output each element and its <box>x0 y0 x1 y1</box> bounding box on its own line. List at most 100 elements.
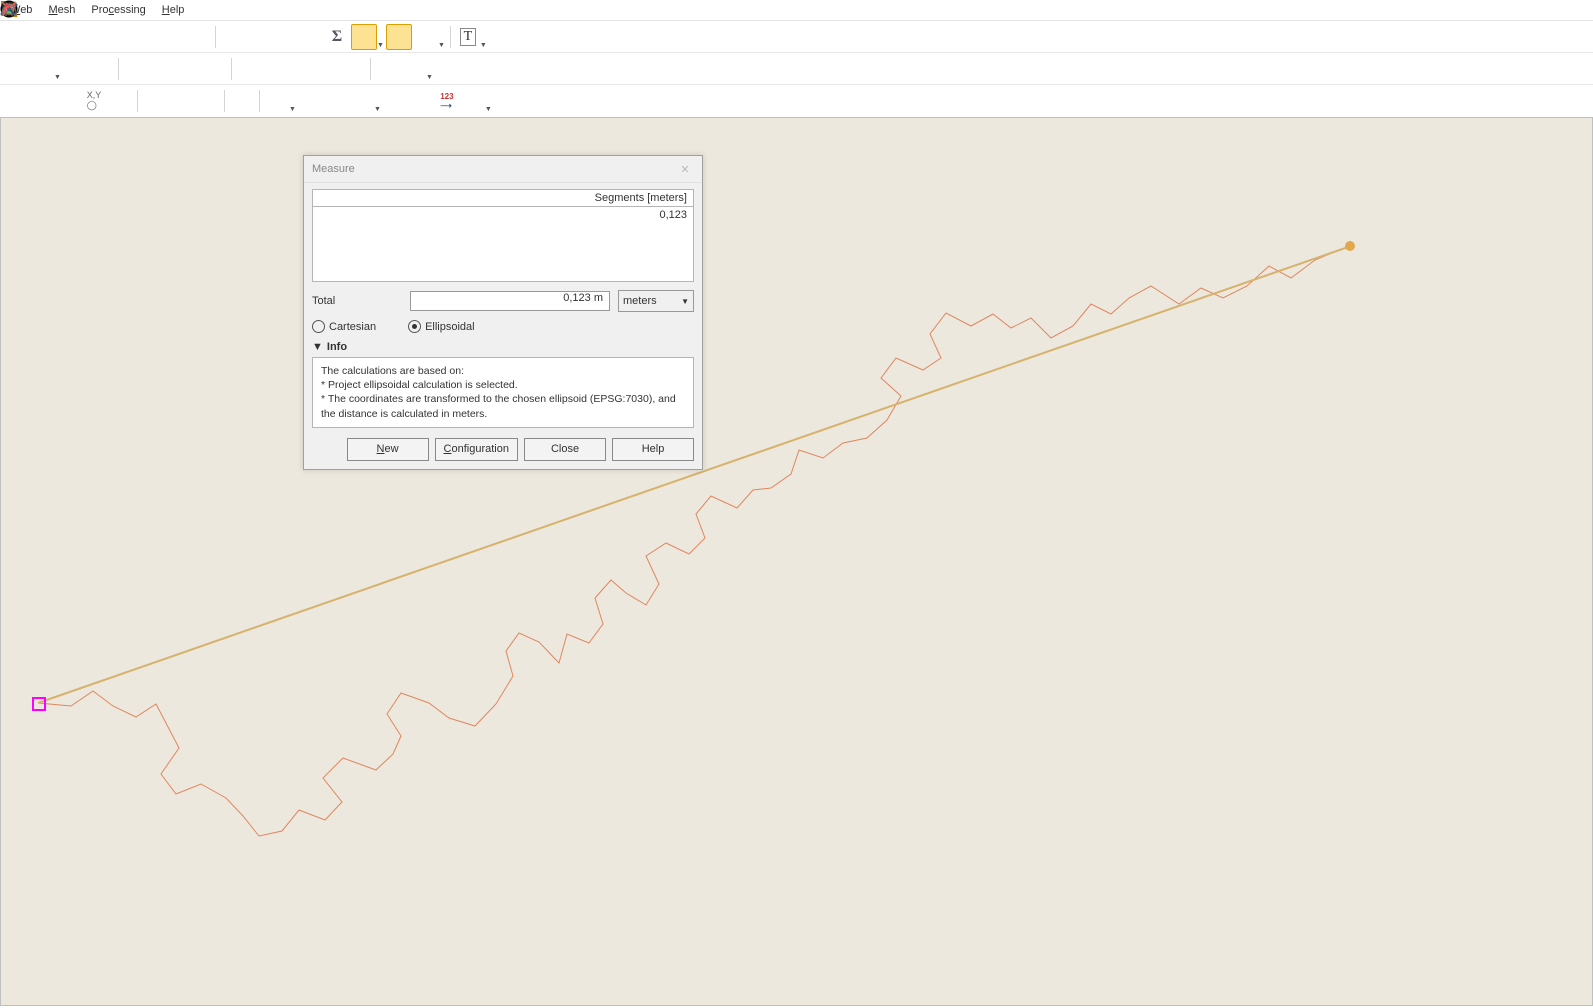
dropdown-arrow-icon[interactable]: ▼ <box>374 106 381 113</box>
feature-line <box>1 118 1591 1008</box>
separator <box>259 90 260 112</box>
info-box: The calculations are based on: * Project… <box>312 357 694 428</box>
shape-icon <box>89 57 113 81</box>
scissors-icon <box>237 57 261 81</box>
total-input[interactable]: 0,123 m <box>410 291 610 311</box>
help-button-label: Help <box>642 443 665 455</box>
close-button[interactable]: Close <box>524 438 606 461</box>
measure-line-icon[interactable] <box>351 24 377 50</box>
auto-icon <box>494 89 518 113</box>
segment-value: 0,123 <box>319 209 687 221</box>
menu-mesh[interactable]: Mesh <box>40 2 83 18</box>
toolbar-row-1: Σ ▼ ▼ T▼ <box>0 21 1593 53</box>
text-annotation-icon[interactable]: T <box>456 25 480 49</box>
radio-cartesian[interactable]: Cartesian <box>312 320 376 333</box>
measure-start-marker <box>32 697 46 711</box>
remove-layer-icon[interactable] <box>169 89 193 113</box>
layer-tools-icon[interactable] <box>195 89 219 113</box>
menubar: Web Mesh Processing Help <box>0 0 1593 21</box>
dropdown-arrow-icon[interactable]: ▼ <box>438 42 445 49</box>
new-button[interactable]: New <box>347 438 429 461</box>
share-icon[interactable] <box>230 89 254 113</box>
save-icon[interactable] <box>108 25 132 49</box>
separator <box>137 90 138 112</box>
numbers-icon[interactable]: 123⟶ <box>435 89 459 113</box>
segments-header: Segments [meters] <box>312 189 694 207</box>
separator <box>450 26 451 48</box>
radio-dot-empty <box>312 320 325 333</box>
cross-line-icon[interactable] <box>350 89 374 113</box>
poly-icon <box>63 57 87 81</box>
zoom-reset-icon[interactable] <box>414 25 438 49</box>
extent-icon[interactable] <box>108 89 132 113</box>
attribute-table-icon[interactable] <box>247 25 271 49</box>
refresh-icon[interactable] <box>186 25 210 49</box>
map-canvas[interactable] <box>0 117 1593 1006</box>
radio-ellipsoidal[interactable]: Ellipsoidal <box>408 320 475 333</box>
info-line: * The coordinates are transformed to the… <box>321 392 685 420</box>
ring-icon[interactable] <box>265 89 289 113</box>
chevron-down-icon: ▼ <box>681 297 689 306</box>
radio-cartesian-label: Cartesian <box>329 321 376 333</box>
zoom-in-icon[interactable] <box>4 25 28 49</box>
options-icon[interactable] <box>299 25 323 49</box>
export-icon[interactable] <box>134 25 158 49</box>
select-feature-icon[interactable] <box>461 89 485 113</box>
menu-processing[interactable]: Processing <box>83 2 153 18</box>
triangle-down-icon: ▼ <box>312 341 323 353</box>
stats-icon[interactable] <box>273 25 297 49</box>
toolbar-row-2: ▼ ▼ <box>0 53 1593 85</box>
redo-icon <box>402 57 426 81</box>
merge-icon <box>289 57 313 81</box>
dropdown-arrow-icon: ▼ <box>426 74 433 81</box>
configuration-button[interactable]: Configuration <box>435 438 518 461</box>
close-icon[interactable]: ✕ <box>676 160 694 178</box>
numeric-xy-icon[interactable]: XY <box>298 89 322 113</box>
paste-icon <box>315 57 339 81</box>
info-line: * Project ellipsoidal calculation is sel… <box>321 378 685 392</box>
clock-icon[interactable] <box>160 25 184 49</box>
dialog-title: Measure <box>312 163 355 175</box>
info-label: Info <box>327 341 347 353</box>
line-add-icon <box>124 57 148 81</box>
line-tool-icon[interactable] <box>324 89 348 113</box>
close-button-label: Close <box>551 443 579 455</box>
dropdown-arrow-icon: ▼ <box>54 74 61 81</box>
polyline-icon <box>30 57 54 81</box>
line2-icon <box>150 57 174 81</box>
info-toggle[interactable]: ▼ Info <box>312 341 694 353</box>
sigma-icon[interactable]: Σ <box>325 25 349 49</box>
bridge-icon[interactable] <box>409 89 433 113</box>
dropdown-arrow-icon[interactable]: ▼ <box>485 106 492 113</box>
separator <box>118 58 119 80</box>
add-layer-icon[interactable] <box>143 89 167 113</box>
map-tips-icon[interactable] <box>386 24 412 50</box>
dropdown-arrow-icon[interactable]: ▼ <box>480 42 487 49</box>
xy-icon[interactable]: X,Y◯ <box>82 89 106 113</box>
help-button[interactable]: Help <box>612 438 694 461</box>
zoom-selection-icon[interactable] <box>30 89 54 113</box>
identify-icon[interactable] <box>221 25 245 49</box>
world-icon[interactable] <box>56 89 80 113</box>
zoom-full-icon[interactable] <box>4 89 28 113</box>
measure-dialog: Measure ✕ Segments [meters] 0,123 Total … <box>303 155 703 470</box>
dropdown-arrow-icon[interactable]: ▼ <box>377 42 384 49</box>
node-icon <box>520 89 544 113</box>
menu-help[interactable]: Help <box>154 2 193 18</box>
dialog-titlebar[interactable]: Measure ✕ <box>304 156 702 183</box>
unit-select[interactable]: meters▼ <box>618 290 694 312</box>
total-label: Total <box>312 295 402 307</box>
separator <box>370 58 371 80</box>
edit-toggle-icon <box>4 57 28 81</box>
open-icon[interactable] <box>82 25 106 49</box>
dropdown-arrow-icon[interactable]: ▼ <box>289 106 296 113</box>
zoom-out-icon[interactable] <box>30 25 54 49</box>
separator <box>215 26 216 48</box>
cut2-icon <box>263 57 287 81</box>
square-icon <box>176 57 200 81</box>
info-line: The calculations are based on: <box>321 364 685 378</box>
zoom-prev-icon[interactable] <box>56 25 80 49</box>
radio-ellipsoidal-label: Ellipsoidal <box>425 321 475 333</box>
poly-tool-icon[interactable] <box>383 89 407 113</box>
segments-list[interactable]: 0,123 <box>312 207 694 282</box>
